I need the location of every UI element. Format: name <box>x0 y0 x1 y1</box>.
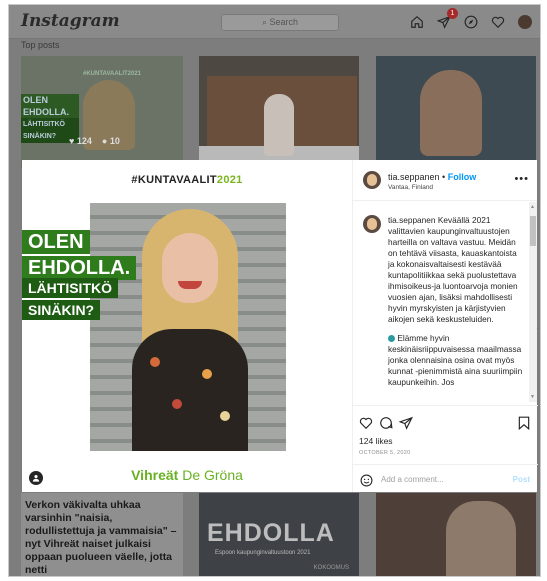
caption-area: tia.seppanen Keväällä 2021 valittavien k… <box>353 202 538 402</box>
bookmark-icon[interactable] <box>518 416 530 435</box>
post-media: #KUNTAVAALIT2021 OLEN EHDOLLA. LÄHTISITK… <box>22 160 352 492</box>
search-icon: ⌕ <box>261 17 270 27</box>
like-count: 124 <box>76 136 92 146</box>
follow-button[interactable]: Follow <box>448 172 477 182</box>
post-location[interactable]: Vantaa, Finland <box>388 184 433 191</box>
post-comment-button[interactable]: Post <box>513 475 530 484</box>
grid-post[interactable] <box>376 493 536 576</box>
more-options-icon[interactable]: ••• <box>514 173 529 185</box>
comment-input[interactable]: Add a comment... <box>381 475 444 484</box>
top-navigation: Instagram ⌕ Search 1 <box>9 5 540 39</box>
caption-paragraph-text: Elämme hyvin keskinäisriippuvaisessa maa… <box>388 333 523 387</box>
tile-subtitle: Espoon kaupunginvaltuustoon 2021 <box>215 550 311 556</box>
instagram-logo[interactable]: Instagram <box>21 11 120 31</box>
party-name: Vihreät <box>131 467 179 483</box>
banner-line: SINÄKIN? <box>22 300 101 320</box>
profile-avatar[interactable] <box>516 13 534 31</box>
home-icon[interactable] <box>408 13 426 31</box>
tile-photo <box>446 501 516 576</box>
scroll-up-icon[interactable]: ▲ <box>530 204 535 210</box>
hashtag-year: 2021 <box>216 174 243 186</box>
like-heart-icon[interactable] <box>359 416 373 435</box>
action-icons <box>359 416 413 435</box>
avatar[interactable] <box>363 171 381 189</box>
emoji-icon[interactable] <box>360 474 373 492</box>
caption-username[interactable]: tia.seppanen <box>388 215 436 225</box>
share-icon[interactable] <box>398 416 413 435</box>
comment-icon: ● <box>101 136 110 146</box>
post-modal: #KUNTAVAALIT2021 OLEN EHDOLLA. LÄHTISITK… <box>22 160 538 493</box>
party-logo: Vihreät De Gröna <box>22 467 352 483</box>
tile-text: Verkon väkivalta uhkaa varsinhin "naisia… <box>25 499 177 576</box>
like-count[interactable]: 124 likes <box>359 436 393 446</box>
caption-text: tia.seppanen Keväällä 2021 valittavien k… <box>388 215 523 388</box>
avatar[interactable] <box>363 215 381 233</box>
grid-post[interactable]: #KUNTAVAALIT2021 OLEN EHDOLLA. LÄHTISITK… <box>21 56 183 168</box>
candidate-photo <box>90 203 286 451</box>
caption-paragraph: Elämme hyvin keskinäisriippuvaisessa maa… <box>388 333 523 388</box>
post-actions: 124 likes OCTOBER 5, 2020 Add a comment.… <box>353 405 538 493</box>
party-name-swedish: De Gröna <box>182 467 243 483</box>
tagged-user-icon[interactable] <box>29 471 43 485</box>
post-sidebar: tia.seppanen • Follow Vantaa, Finland ••… <box>352 160 538 493</box>
post-header: tia.seppanen • Follow Vantaa, Finland ••… <box>353 160 537 201</box>
notification-badge: 1 <box>447 8 458 19</box>
grid-post[interactable]: EHDOLLA Espoon kaupunginvaltuustoon 2021… <box>199 493 359 576</box>
post-hashtag: #KUNTAVAALIT2021 <box>22 174 352 186</box>
grid-post[interactable]: Verkon väkivalta uhkaa varsinhin "naisia… <box>21 493 183 576</box>
caption-scrollbar[interactable]: ▲ ▼ <box>529 202 537 402</box>
hashtag-text: #KUNTAVAALIT <box>131 174 217 186</box>
post-author: tia.seppanen • Follow <box>388 172 476 182</box>
separator: • <box>439 172 448 182</box>
nav-icons: 1 <box>408 8 534 31</box>
heart-icon: ♥ <box>69 136 77 146</box>
banner-line: EHDOLLA. <box>22 256 137 280</box>
explore-icon[interactable] <box>462 13 480 31</box>
section-label: Top posts <box>21 40 60 50</box>
comment-icon[interactable] <box>379 416 393 435</box>
grid-post[interactable] <box>199 56 359 168</box>
photo-face <box>162 233 218 303</box>
caption-paragraph: Keväällä 2021 valittavien kaupunginvaltu… <box>388 215 518 324</box>
heart-icon[interactable] <box>489 13 507 31</box>
scrollbar-thumb[interactable] <box>530 216 536 246</box>
grid-post[interactable] <box>376 56 536 168</box>
tile-stats: ♥ 124 ● 10 <box>69 136 120 146</box>
tile-brand: KOKOOMUS <box>313 565 349 571</box>
banner-line: OLEN <box>22 230 90 254</box>
banner-line: LÄHTISITKÖ <box>22 278 118 298</box>
avatar <box>518 15 532 29</box>
comment-bar: Add a comment... Post <box>353 464 538 494</box>
post-date[interactable]: OCTOBER 5, 2020 <box>359 450 410 456</box>
search-input[interactable]: ⌕ Search <box>221 14 339 31</box>
direct-icon[interactable]: 1 <box>435 8 458 31</box>
tile-photo <box>420 70 482 156</box>
photo-blouse <box>132 329 248 451</box>
tile-headline: EHDOLLA <box>207 519 335 547</box>
globe-emoji-icon <box>388 335 395 342</box>
username-link[interactable]: tia.seppanen <box>388 172 440 182</box>
search-placeholder: Search <box>269 17 299 27</box>
tile-photo-person <box>264 94 294 156</box>
scroll-down-icon[interactable]: ▼ <box>530 394 535 400</box>
comment-count: 10 <box>109 136 120 146</box>
